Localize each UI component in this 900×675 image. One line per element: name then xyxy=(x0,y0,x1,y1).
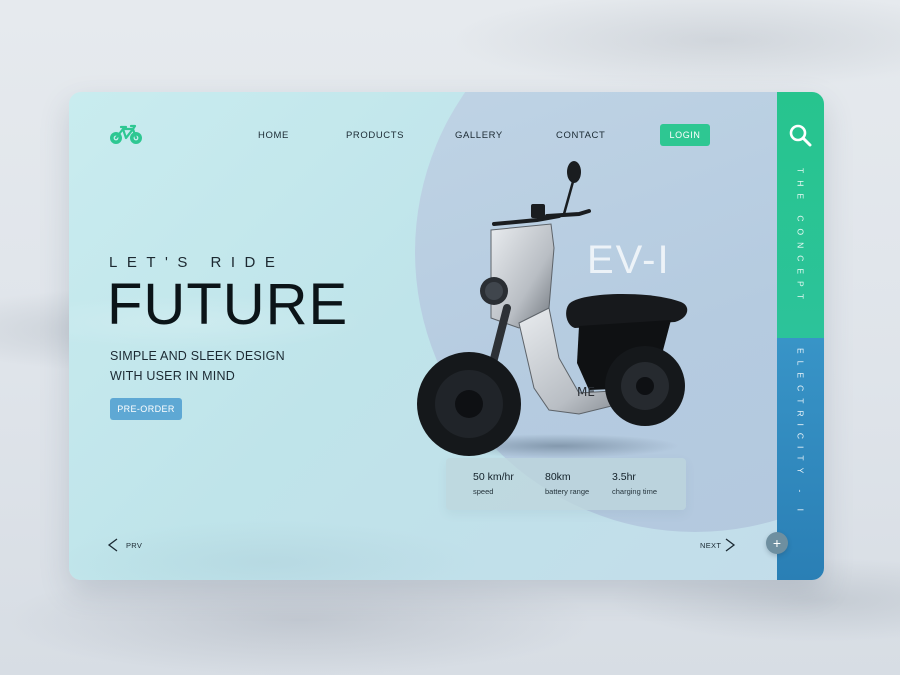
spec-value: 80km xyxy=(545,471,571,483)
spec-charging-time: 3.5hr charging time xyxy=(612,471,657,496)
pre-order-button[interactable]: PRE-ORDER xyxy=(110,398,182,420)
spec-label: battery range xyxy=(545,487,590,496)
right-sidebar: THE CONCEPT ELECTRICITY - I xyxy=(777,92,824,580)
scooter-image: ME xyxy=(417,161,688,458)
hero-subtitle-line-2: WITH USER IN MIND xyxy=(110,369,235,383)
spec-battery-range: 80km battery range xyxy=(545,471,589,496)
nav-contact[interactable]: CONTACT xyxy=(556,130,605,141)
bicycle-icon[interactable] xyxy=(109,124,143,146)
login-button[interactable]: LOGIN xyxy=(660,124,710,146)
chevron-right-icon xyxy=(725,538,736,552)
prev-label: PRV xyxy=(126,541,143,550)
plus-button[interactable]: + xyxy=(766,532,788,554)
spec-label: speed xyxy=(473,487,494,496)
chevron-left-icon xyxy=(107,538,118,552)
hero-tagline: LET'S RIDE xyxy=(109,254,285,271)
nav-gallery[interactable]: GALLERY xyxy=(455,130,503,141)
next-label: NEXT xyxy=(700,541,722,550)
spec-speed: 50 km/hr speed xyxy=(473,471,514,496)
specs-panel: 50 km/hr speed 80km battery range 3.5hr … xyxy=(446,458,686,510)
nav-home[interactable]: HOME xyxy=(258,130,289,141)
spec-value: 50 km/hr xyxy=(473,471,514,483)
hero-headline: FUTURE xyxy=(107,272,349,337)
spec-value: 3.5hr xyxy=(612,471,636,483)
spec-label: charging time xyxy=(612,487,658,496)
brand-mark: ME xyxy=(577,385,595,399)
search-icon[interactable] xyxy=(788,123,812,147)
hero-subtitle: SIMPLE AND SLEEK DESIGN WITH USER IN MIN… xyxy=(110,346,285,386)
landing-card: HOME PRODUCTS GALLERY CONTACT LOGIN LET'… xyxy=(69,92,824,580)
nav-products[interactable]: PRODUCTS xyxy=(346,130,404,141)
sidebar-label-the-concept[interactable]: THE CONCEPT xyxy=(777,168,824,328)
hero-subtitle-line-1: SIMPLE AND SLEEK DESIGN xyxy=(110,349,285,363)
